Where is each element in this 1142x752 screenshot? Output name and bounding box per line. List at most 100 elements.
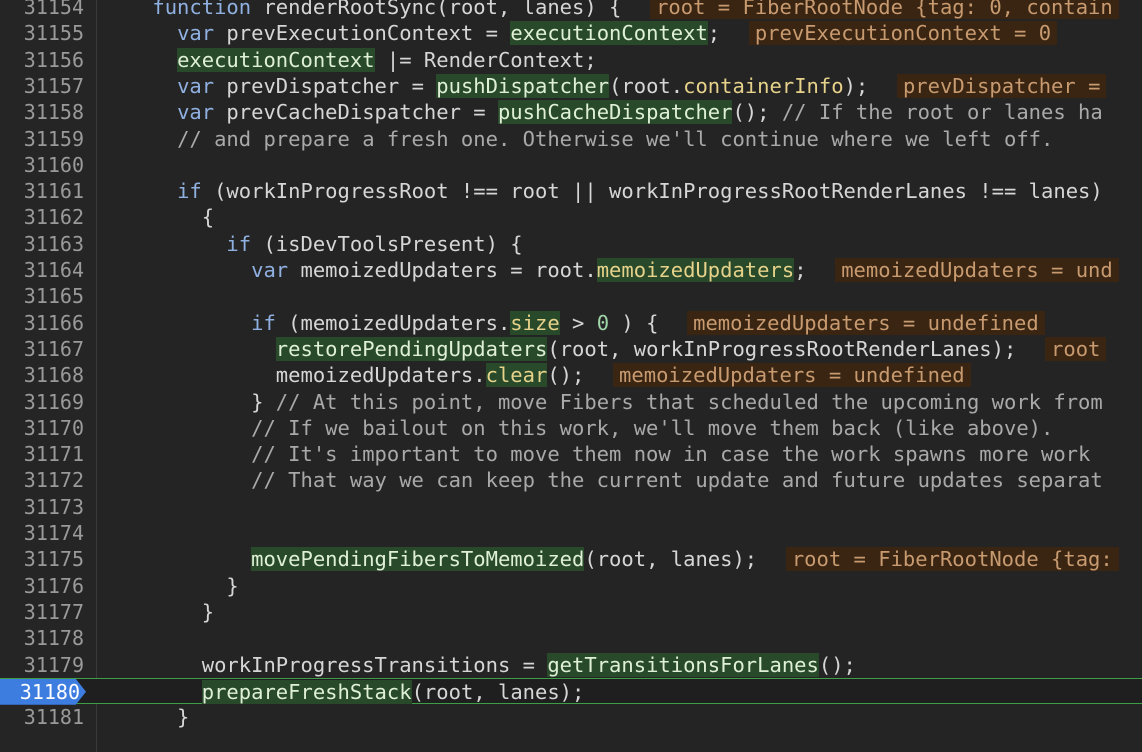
line-number[interactable]: 31166 [0,310,84,336]
line-number[interactable]: 31171 [0,441,84,467]
highlighted-token[interactable]: executionContext [510,21,708,46]
code-line-text: // and prepare a fresh one. Otherwise we… [103,126,1053,152]
line-number[interactable]: 31175 [0,546,84,572]
highlighted-property-token[interactable]: clear [485,363,548,388]
line-number[interactable]: 31167 [0,336,84,362]
inline-value-annotation[interactable]: root = FiberRootNode {tag: 0, contain [650,0,1119,19]
line-number[interactable]: 31179 [0,652,84,678]
code-line[interactable]: 31170 // If we bailout on this work, we'… [0,415,1142,441]
line-number[interactable]: 31160 [0,152,84,178]
code-line[interactable]: 31169 } // At this point, move Fibers th… [0,389,1142,415]
code-line-text: } [103,704,189,730]
highlighted-token[interactable]: getTransitionsForLanes [547,652,819,677]
line-number[interactable]: 31174 [0,520,84,546]
line-number[interactable]: 31176 [0,573,84,599]
keyword-token: if [251,310,276,335]
code-line-text: } [103,573,239,599]
code-line[interactable]: 31167 restorePendingUpdaters(root, workI… [0,336,1142,362]
inline-value-annotation[interactable]: memoizedUpdaters = undefined [687,310,1045,335]
line-number[interactable]: 31154 [0,0,84,20]
code-line[interactable]: 31172 // That way we can keep the curren… [0,467,1142,493]
line-number[interactable]: 31163 [0,231,84,257]
code-area[interactable]: 31154 function renderRootSync(root, lane… [0,0,1142,752]
code-text: ; [707,21,745,46]
keyword-token: var [251,258,289,282]
highlighted-token[interactable]: pushCacheDispatcher [497,100,733,125]
code-line[interactable]: 31160 [0,152,1142,178]
line-number[interactable]: 31177 [0,599,84,625]
highlighted-token[interactable]: restorePendingUpdaters [275,336,548,361]
code-line[interactable]: 31181 } [0,704,1142,730]
line-number[interactable]: 31157 [0,73,84,99]
highlighted-token[interactable]: executionContext [177,47,375,72]
code-line-text: movePendingFibersToMemoized(root, lanes)… [103,546,1119,572]
code-line[interactable]: 31155 var prevExecutionContext = executi… [0,20,1142,46]
keyword-token: var [177,21,215,46]
line-number[interactable]: 31164 [0,257,84,283]
code-line[interactable]: 31166 if (memoizedUpdaters.size > 0 ) { … [0,310,1142,336]
inline-value-annotation[interactable]: root = FiberRootNode {tag: [785,547,1119,572]
code-line[interactable]: 31164 var memoizedUpdaters = root.memoiz… [0,257,1142,283]
current-execution-line[interactable]: 31180 prepareFreshStack(root, lanes); [0,677,1142,705]
highlighted-property-token[interactable]: memoizedUpdaters [596,258,795,282]
line-number[interactable]: 31169 [0,389,84,415]
code-line-text: restorePendingUpdaters(root, workInProgr… [103,336,1107,362]
code-line[interactable]: 31178 [0,625,1142,651]
code-line[interactable]: 31171 // It's important to move them now… [0,441,1142,467]
line-number[interactable]: 31162 [0,204,84,230]
line-number[interactable]: 31158 [0,99,84,125]
line-number[interactable]: 31173 [0,494,84,520]
code-line[interactable]: 31156 executionContext |= RenderContext; [0,47,1142,73]
line-number[interactable]: 31170 [0,415,84,441]
code-line[interactable]: 31157 var prevDispatcher = pushDispatche… [0,73,1142,99]
line-number[interactable]: 31161 [0,178,84,204]
code-line-text: var prevDispatcher = pushDispatcher(root… [103,73,1107,99]
line-number[interactable]: 31155 [0,20,84,46]
code-line[interactable]: 31177 } [0,599,1142,625]
code-line-text: // That way we can keep the current upda… [103,467,1103,493]
code-line[interactable]: 31175 movePendingFibersToMemoized(root, … [0,546,1142,572]
code-line[interactable]: 31158 var prevCacheDispatcher = pushCach… [0,99,1142,125]
breakpoint-line-number[interactable]: 31180 [0,678,86,705]
code-text: } [103,573,239,598]
code-line[interactable]: 31163 if (isDevToolsPresent) { [0,231,1142,257]
inline-value-annotation[interactable]: prevDispatcher = [896,73,1107,98]
code-line[interactable]: 31179 workInProgressTransitions = getTra… [0,652,1142,678]
comment-token: // If we bailout on this work, we'll mov… [251,415,1054,440]
code-line[interactable]: 31159 // and prepare a fresh one. Otherw… [0,126,1142,152]
line-number[interactable]: 31159 [0,126,84,152]
code-line[interactable]: 31161 if (workInProgressRoot !== root ||… [0,178,1142,204]
code-line[interactable]: 31168 memoizedUpdaters.clear(); memoized… [0,362,1142,388]
inline-value-annotation[interactable]: prevExecutionContext = 0 [748,21,1058,46]
highlighted-token[interactable]: prepareFreshStack [201,679,412,704]
code-line[interactable]: 31165 [0,283,1142,309]
comment-token: // and prepare a fresh one. Otherwise we… [177,126,1054,151]
inline-value-annotation[interactable]: memoizedUpdaters = und [835,258,1119,282]
code-line-text: if (workInProgressRoot !== root || workI… [103,178,1103,204]
line-number[interactable]: 31156 [0,47,84,73]
inline-value-annotation[interactable]: root [1045,336,1107,361]
code-line[interactable]: 31162 { [0,204,1142,230]
code-line[interactable]: 31173 [0,494,1142,520]
highlighted-token[interactable]: movePendingFibersToMemoized [251,547,585,572]
code-text: (isDevToolsPresent) { [251,231,523,256]
highlighted-property-token[interactable]: size [510,310,560,335]
code-line-text: } // At this point, move Fibers that sch… [103,389,1103,415]
line-number[interactable]: 31165 [0,283,84,309]
code-text: memoizedUpdaters. [103,363,486,388]
line-number[interactable]: 31172 [0,467,84,493]
highlighted-token[interactable]: pushDispatcher [436,73,610,98]
code-text: (); [818,652,856,677]
code-line[interactable]: 31174 [0,520,1142,546]
line-number[interactable]: 31181 [0,704,84,730]
code-editor[interactable]: 31154 function renderRootSync(root, lane… [0,0,1142,752]
inline-value-annotation[interactable]: memoizedUpdaters = undefined [613,363,971,388]
line-number[interactable]: 31178 [0,625,84,651]
line-number[interactable]: 31168 [0,362,84,388]
code-line[interactable]: 31154 function renderRootSync(root, lane… [0,0,1142,20]
code-line[interactable]: 31176 } [0,573,1142,599]
